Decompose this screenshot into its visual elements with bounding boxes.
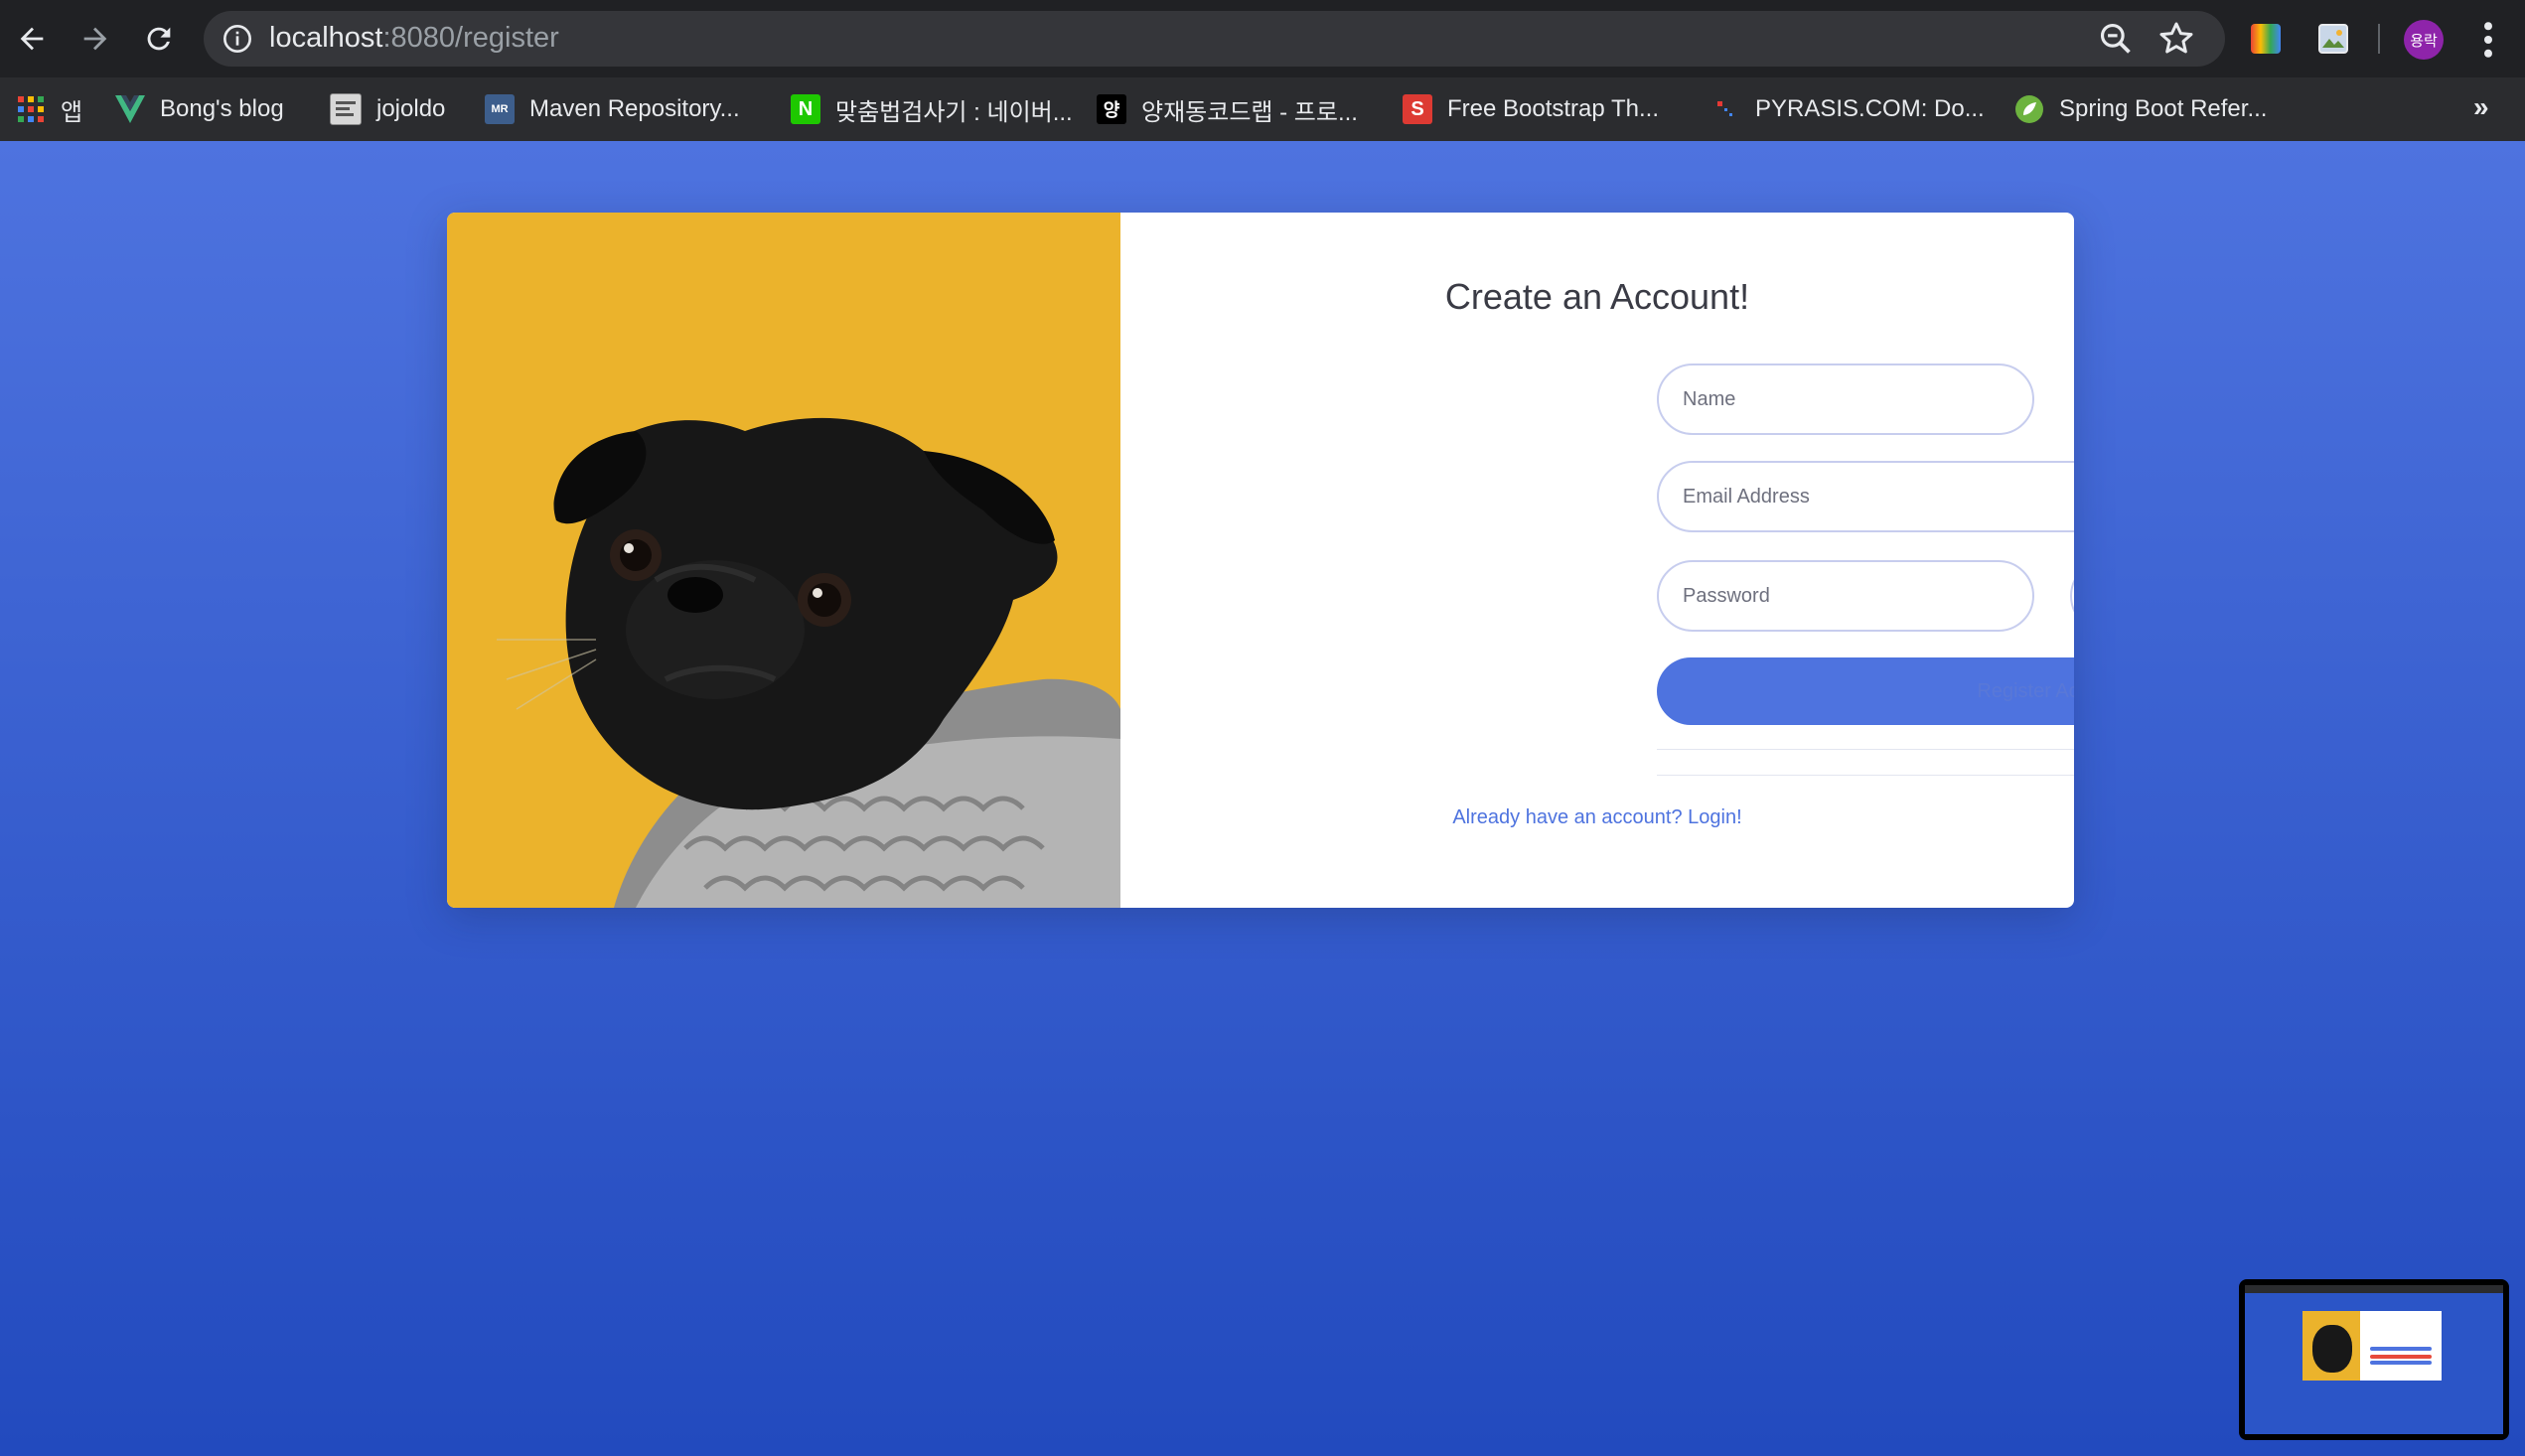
url-text[interactable]: localhost:8080/register [269, 22, 559, 55]
bookmark-spring-boot[interactable]: Spring Boot Refer... [2014, 87, 2267, 131]
bookmarks-bar: 앱 Bong's blog jojoldo MR Maven Repositor… [0, 77, 2525, 141]
repeat-password-field[interactable] [2070, 560, 2074, 632]
pug-photo [447, 213, 1120, 908]
startbootstrap-s-icon: S [1403, 94, 1432, 124]
bookmark-bongs-blog[interactable]: Bong's blog [115, 87, 284, 131]
browser-toolbar: localhost:8080/register 용락 [0, 0, 2525, 77]
page-title: Create an Account! [1444, 276, 1750, 317]
back-icon[interactable] [12, 19, 52, 59]
reload-icon[interactable] [139, 19, 179, 59]
email-field[interactable] [1657, 461, 2074, 532]
thumbnail-chrome [2245, 1285, 2503, 1293]
bookmark-jojoldo[interactable]: jojoldo [330, 87, 445, 131]
bookmark-label: Bong's blog [160, 95, 284, 122]
register-button[interactable]: Register Account [1657, 657, 2074, 725]
password-field[interactable] [1657, 560, 2034, 632]
yang-favicon-icon: 양 [1097, 94, 1126, 124]
profile-avatar[interactable]: 용락 [2404, 20, 2444, 60]
spring-leaf-icon [2014, 94, 2044, 124]
register-form: Create an Account! Register Account Alre… [1120, 213, 2074, 908]
thumbnail-photo [2302, 1311, 2360, 1381]
page-background: Create an Account! Register Account Alre… [0, 141, 2525, 1456]
bookmark-label: Free Bootstrap Th... [1447, 95, 1659, 122]
bookmark-label: 앱 [61, 98, 83, 126]
apps-grid-icon [16, 94, 46, 124]
extension-image-icon[interactable] [2318, 24, 2348, 54]
bookmark-label: PYRASIS.COM: Do... [1755, 95, 1985, 122]
login-link[interactable]: Already have an account? Login! [1120, 806, 2074, 829]
bookmark-maven[interactable]: MR Maven Repository... [485, 87, 740, 131]
bookmark-yangjaedong-codelab[interactable]: 양 양재동코드랩 - 프로... [1097, 87, 1358, 131]
bookmarks-overflow-icon[interactable]: » [2473, 91, 2489, 123]
bookmark-star-icon[interactable] [2156, 19, 2196, 59]
bookmark-apps[interactable]: 앱 [16, 87, 82, 131]
maven-favicon-icon: MR [485, 94, 515, 124]
bookmark-label: 맞춤법검사기 : 네이버... [835, 98, 1073, 126]
url-host: localhost [269, 22, 383, 54]
thumbnail-card [2302, 1311, 2442, 1381]
bookmark-label: jojoldo [376, 95, 446, 122]
vue-logo-icon [115, 94, 145, 124]
name-field[interactable] [1657, 364, 2034, 435]
extension-colorful-icon[interactable] [2251, 24, 2281, 54]
thumbnail-preview [2245, 1285, 2503, 1434]
bookmark-pyrasis[interactable]: PYRASIS.COM: Do... [1710, 87, 1985, 131]
bookmark-label: Maven Repository... [529, 95, 740, 122]
bookmark-naver-spellcheck[interactable]: N 맞춤법검사기 : 네이버... [791, 87, 1073, 131]
divider [1657, 775, 2074, 776]
zoom-icon[interactable] [2097, 20, 2135, 58]
divider [1657, 749, 2074, 750]
register-card: Create an Account! Register Account Alre… [447, 213, 2074, 908]
pyrasis-favicon-icon [1710, 94, 1740, 124]
forward-icon[interactable] [75, 19, 115, 59]
site-favicon-icon [330, 93, 362, 125]
bookmark-label: Spring Boot Refer... [2059, 95, 2268, 122]
info-icon[interactable] [222, 23, 253, 55]
toolbar-divider [2378, 24, 2380, 54]
url-path: :8080/register [382, 22, 559, 54]
bookmark-label: 양재동코드랩 - 프로... [1141, 98, 1358, 126]
bookmark-startbootstrap[interactable]: S Free Bootstrap Th... [1403, 87, 1659, 131]
address-bar[interactable]: localhost:8080/register [204, 11, 2225, 67]
screenshot-thumbnail[interactable] [2239, 1279, 2509, 1440]
naver-n-icon: N [791, 94, 820, 124]
more-menu-icon[interactable] [2473, 20, 2503, 60]
